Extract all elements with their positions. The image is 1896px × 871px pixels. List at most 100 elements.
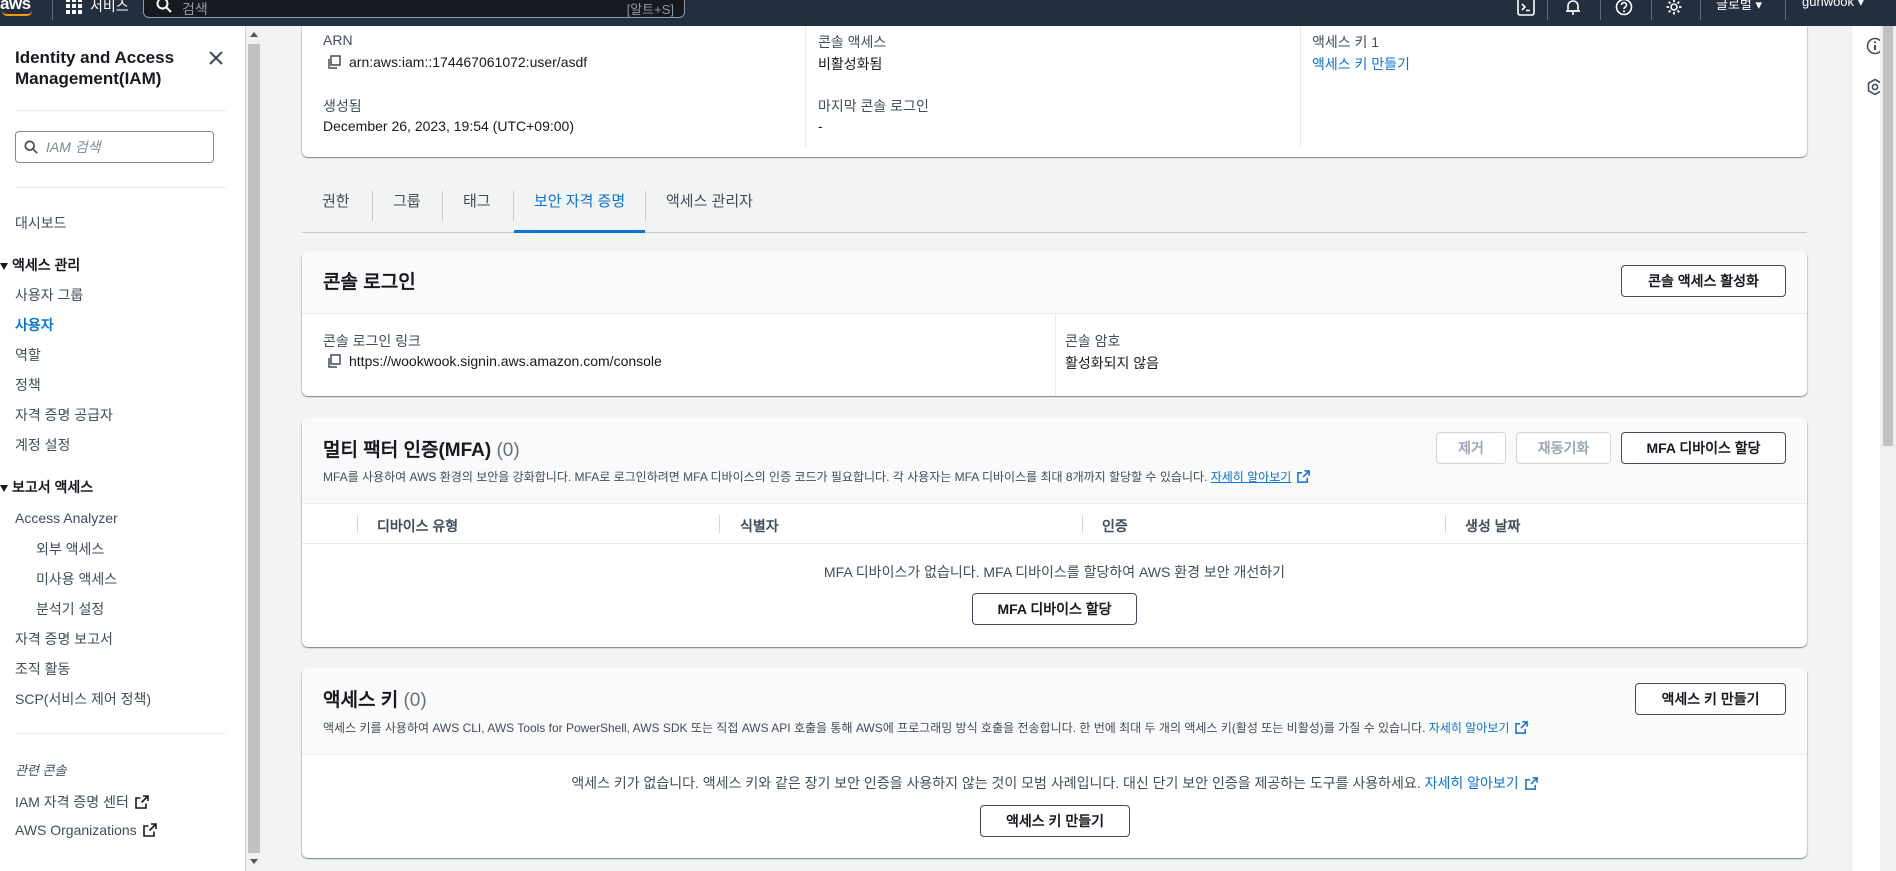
arn-text: arn:aws:iam::174467061072:user/asdf [349,54,588,70]
account-menu[interactable]: gunwook ▾ [1802,0,1864,10]
aws-logo[interactable]: aws [0,0,32,16]
top-navigation-bar: aws 서비스 검색 [알트+S] 글로벌 ▾ gunwook ▾ [0,0,1896,26]
enable-console-access-button[interactable]: 콘솔 액세스 활성화 [1621,265,1786,297]
copy-icon[interactable] [327,354,341,368]
sidebar-item-users[interactable]: 사용자 [15,315,54,335]
iam-search-input[interactable] [46,132,206,162]
last-console-login-value: - [818,118,823,134]
column-divider [1300,26,1301,148]
console-signin-title: 콘솔 로그인 [323,272,416,293]
access-keys-empty-state: 액세스 키가 없습니다. 액세스 키와 같은 장기 보안 인증을 사용하지 않는… [302,773,1807,793]
access-keys-learn-more-link[interactable]: 자세히 알아보기 [1429,721,1510,735]
sidebar-link-aws-organizations[interactable]: AWS Organizations [15,822,157,838]
scrollbar-thumb[interactable] [248,44,260,853]
created-label: 생성됨 [323,98,362,114]
access-keys-description-text: 액세스 키를 사용하여 AWS CLI, AWS Tools for Power… [323,721,1426,735]
assign-mfa-device-button[interactable]: MFA 디바이스 할당 [1621,432,1786,464]
mfa-count: (0) [496,440,520,461]
access-keys-empty-learn-more-link[interactable]: 자세히 알아보기 [1425,775,1519,791]
iam-search-field[interactable] [15,131,214,163]
sidebar-scrollbar[interactable] [246,26,262,871]
scroll-up-arrow[interactable] [250,32,258,37]
bell-icon[interactable] [1563,0,1583,17]
tab-security-credentials[interactable]: 보안 자격 증명 [514,183,646,233]
sidebar-link-iam-identity-center[interactable]: IAM 자격 증명 센터 [15,792,149,812]
region-selector[interactable]: 글로벌 ▾ [1716,0,1762,13]
remove-mfa-button[interactable]: 제거 [1436,432,1506,464]
caret-down-icon: ▾ [1857,0,1865,9]
external-link-icon [135,795,149,809]
aws-logo-smile [2,11,32,16]
sidebar-item-credential-report[interactable]: 자격 증명 보고서 [15,629,113,649]
access-keys-empty-text: 액세스 키가 없습니다. 액세스 키와 같은 장기 보안 인증을 사용하지 않는… [571,775,1421,791]
create-access-key-button[interactable]: 액세스 키 만들기 [1635,683,1786,715]
sidebar-item-policies[interactable]: 정책 [15,375,41,395]
sidebar-item-unused-access[interactable]: 미사용 액세스 [36,569,117,589]
sidebar-item-account-settings[interactable]: 계정 설정 [15,435,70,455]
services-menu-button[interactable]: 서비스 [66,0,129,16]
column-header-identifier[interactable]: 식별자 [740,516,779,536]
help-icon[interactable] [1614,0,1634,17]
service-title[interactable]: Identity and Access Management(IAM) [15,47,215,89]
console-signin-panel: 콘솔 로그인 콘솔 액세스 활성화 콘솔 로그인 링크 https://wook… [302,251,1807,396]
link-label: IAM 자격 증명 센터 [15,794,129,810]
global-search-input[interactable]: 검색 [알트+S] [143,0,685,18]
mfa-panel: 멀티 팩터 인증(MFA) (0) 제거 재동기화 MFA 디바이스 할당 MF… [302,418,1807,647]
cloudshell-icon[interactable] [1516,0,1536,17]
sidebar-divider [15,733,226,734]
grid-icon [66,0,82,14]
column-header-device-type[interactable]: 디바이스 유형 [377,516,458,536]
access-keys-description: 액세스 키를 사용하여 AWS CLI, AWS Tools for Power… [323,719,1529,736]
related-consoles-heading: 관련 콘솔 [15,763,67,778]
access-keys-count: (0) [403,690,427,711]
sidebar-item-roles[interactable]: 역할 [15,345,41,365]
caret-down-icon [0,484,8,492]
tab-access-advisor[interactable]: 액세스 관리자 [646,183,773,233]
sidebar-item-access-analyzer[interactable]: Access Analyzer [15,510,118,526]
sidebar-section-access-reports[interactable]: 보고서 액세스 [0,477,93,497]
console-access-label: 콘솔 액세스 [818,34,887,50]
column-divider [1445,515,1446,533]
sidebar-item-user-groups[interactable]: 사용자 그룹 [15,285,83,305]
region-label: 글로벌 [1716,0,1752,12]
assign-mfa-device-empty-button[interactable]: MFA 디바이스 할당 [972,593,1137,625]
create-access-key-link[interactable]: 액세스 키 만들기 [1312,54,1410,74]
search-icon [156,0,172,13]
scrollbar-thumb[interactable] [1883,26,1893,446]
column-header-certifications[interactable]: 인증 [1102,516,1128,536]
external-link-icon [142,823,157,837]
sidebar-item-external-access[interactable]: 외부 액세스 [36,539,104,559]
copy-icon[interactable] [327,55,341,69]
column-divider [1082,515,1083,533]
sidebar-item-analyzer-settings[interactable]: 분석기 설정 [36,599,104,619]
external-link-icon [1524,777,1538,790]
services-label: 서비스 [90,0,129,14]
column-divider [805,26,806,148]
sidebar-item-organization-activity[interactable]: 조직 활동 [15,659,70,679]
gear-icon[interactable] [1664,0,1684,17]
topbar-divider [1547,0,1548,20]
mfa-description: MFA를 사용하여 AWS 환경의 보안을 강화합니다. MFA로 로그인하려면… [323,468,1311,485]
scroll-down-arrow[interactable] [250,859,258,864]
sidebar-item-identity-providers[interactable]: 자격 증명 공급자 [15,405,113,425]
sidebar-item-dashboard[interactable]: 대시보드 [15,213,67,233]
sidebar-item-scp[interactable]: SCP(서비스 제어 정책) [15,689,151,709]
close-icon[interactable] [206,48,226,68]
column-header-created-date[interactable]: 생성 날짜 [1465,516,1520,536]
resync-mfa-button[interactable]: 재동기화 [1516,432,1611,464]
tab-tags[interactable]: 태그 [443,183,511,233]
panel-header [302,251,1807,314]
sidebar-section-access-management[interactable]: 액세스 관리 [0,255,80,275]
page-scrollbar[interactable] [1880,26,1896,871]
console-url-text: https://wookwook.signin.aws.amazon.com/c… [349,353,662,369]
access-keys-panel: 액세스 키 (0) 액세스 키 만들기 액세스 키를 사용하여 AWS CLI,… [302,668,1807,858]
create-access-key-empty-button[interactable]: 액세스 키 만들기 [980,805,1130,837]
mfa-learn-more-link[interactable]: 자세히 알아보기 [1211,470,1292,484]
section-label: 액세스 관리 [12,257,81,273]
access-keys-title: 액세스 키 (0) [323,685,427,712]
column-divider [357,515,358,533]
table-divider [302,543,1807,544]
tab-permissions[interactable]: 권한 [302,183,370,233]
tab-groups[interactable]: 그룹 [373,183,441,233]
access-key-1-label: 액세스 키 1 [1312,34,1380,50]
